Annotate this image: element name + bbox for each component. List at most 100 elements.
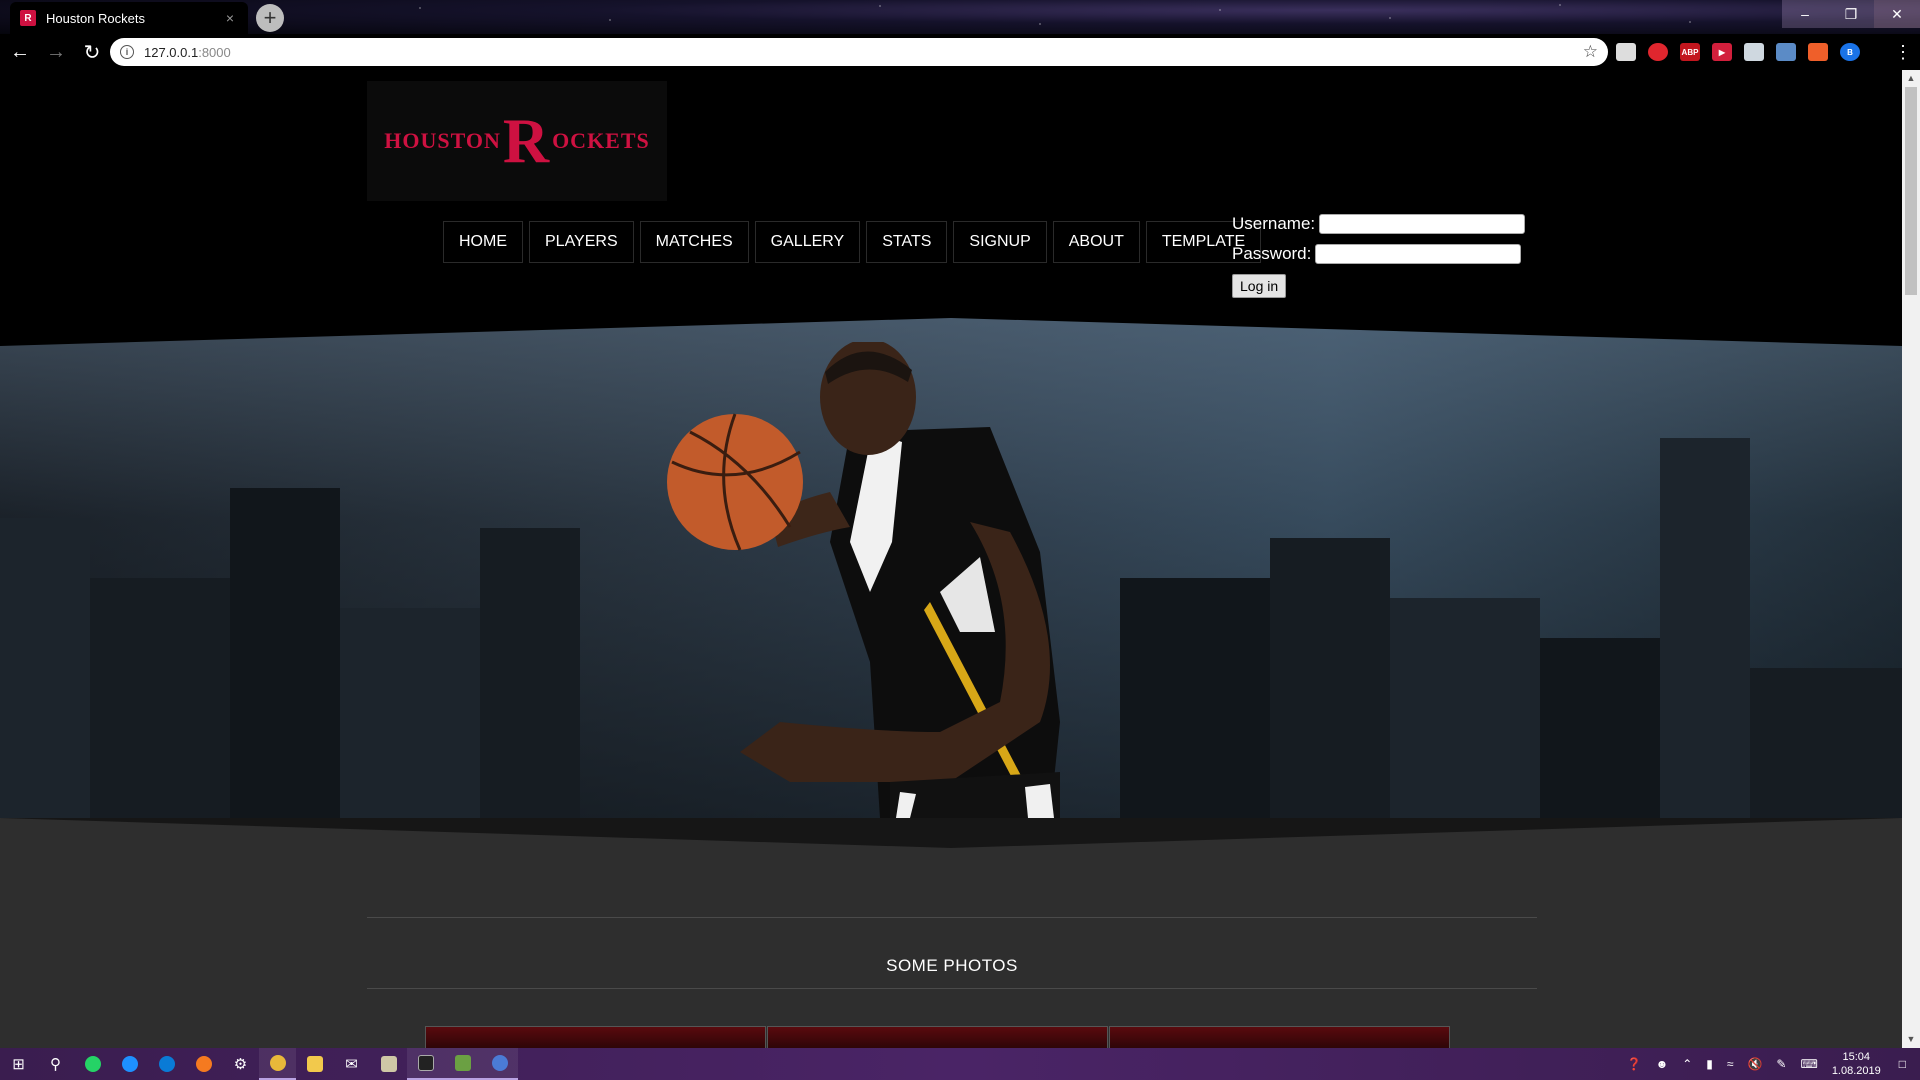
mail-icon[interactable]: ✉ (333, 1048, 370, 1080)
nav-players[interactable]: PLAYERS (529, 221, 634, 263)
login-form: Username: Password: Log in (1232, 212, 1532, 298)
battery-icon[interactable]: ▮ (1706, 1057, 1713, 1071)
reload-icon[interactable]: ↻ (76, 36, 108, 68)
restore-icon[interactable]: ❐ (1828, 0, 1874, 28)
search-icon[interactable]: ⚲ (37, 1048, 74, 1080)
nav-stats[interactable]: STATS (866, 221, 948, 263)
people-tray-icon[interactable]: ☻ (1656, 1057, 1669, 1071)
notepad-icon[interactable] (370, 1048, 407, 1080)
new-tab-button[interactable]: + (256, 4, 284, 32)
forward-icon[interactable]: → (40, 36, 72, 68)
hero-bottom-wedge (0, 818, 1902, 848)
windows-taskbar: ⊞ ⚲ ⚙ ✉ ❓ ☻ ⌃ ▮ ≈ 🔇 ✎ ⌨ 15:04 1.08.2019 … (0, 1048, 1920, 1080)
pen-icon[interactable]: ✎ (1776, 1057, 1786, 1071)
bookmark-star-icon[interactable]: ☆ (1583, 42, 1598, 62)
clock-date: 1.08.2019 (1831, 1065, 1881, 1077)
skyline-building (1660, 438, 1750, 818)
scroll-up-icon[interactable]: ▲ (1902, 70, 1920, 87)
notifications-icon[interactable]: □ (1899, 1057, 1906, 1071)
cube-icon[interactable] (1616, 43, 1636, 61)
browser-menu-icon[interactable]: ⋮ (1894, 42, 1912, 62)
back-icon[interactable]: ← (4, 36, 36, 68)
gallery-photo[interactable] (1109, 1026, 1450, 1048)
profile-b-icon[interactable]: B (1840, 43, 1860, 61)
url-port: :8000 (198, 44, 231, 60)
abp-icon[interactable]: ABP (1680, 43, 1700, 61)
logo-rockets-text: OCKETS (552, 128, 650, 153)
nav-about[interactable]: ABOUT (1052, 221, 1140, 263)
browser-toolbar: ← → ↻ i 127.0.0.1 :8000 ☆ ABP ▶ B ⋮ (0, 34, 1920, 70)
tab-close-icon[interactable]: × (222, 10, 238, 26)
skyline-building (0, 518, 90, 818)
nav-signup[interactable]: SIGNUP (953, 221, 1047, 263)
nav-home[interactable]: HOME (443, 221, 523, 263)
hero-banner (0, 318, 1902, 818)
divider-top (367, 917, 1537, 918)
rockets-logo[interactable]: HOUSTON R OCKETS (367, 81, 667, 201)
skyline-building (1390, 598, 1540, 818)
login-button[interactable]: Log in (1232, 274, 1287, 298)
people-icon[interactable] (1776, 43, 1796, 61)
orange-square-icon[interactable] (1808, 43, 1828, 61)
scroll-down-icon[interactable]: ▼ (1902, 1031, 1920, 1048)
minimize-icon[interactable]: – (1782, 0, 1828, 28)
divider-bottom (367, 988, 1537, 989)
page-scrollbar[interactable]: ▲ ▼ (1902, 70, 1920, 1048)
app-icon[interactable] (481, 1048, 518, 1080)
settings-icon[interactable]: ⚙ (222, 1048, 259, 1080)
skyline-building (480, 528, 580, 818)
skyline-building (340, 608, 480, 818)
nav-matches[interactable]: MATCHES (639, 221, 749, 263)
logo-houston-text: HOUSTON (384, 128, 501, 153)
system-tray: ❓ ☻ ⌃ ▮ ≈ 🔇 ✎ ⌨ 15:04 1.08.2019 □ (1627, 1048, 1920, 1080)
skyline-building (1270, 538, 1390, 818)
password-input[interactable] (1315, 244, 1522, 264)
content-section: SOME PHOTOS (0, 818, 1902, 1048)
red-play-icon[interactable]: ▶ (1712, 43, 1732, 61)
folder-icon[interactable] (296, 1048, 333, 1080)
terminal-icon[interactable] (407, 1048, 444, 1080)
info-icon[interactable]: i (120, 45, 134, 59)
wifi-icon[interactable]: ≈ (1727, 1057, 1734, 1071)
chrome-icon[interactable] (259, 1048, 296, 1080)
skyline-building (1750, 668, 1902, 818)
window-controls: – ❐ ✕ (1782, 0, 1920, 28)
nav-gallery[interactable]: GALLERY (754, 221, 861, 263)
browser-tab-strip: R Houston Rockets × + – ❐ ✕ (0, 0, 1920, 34)
clock-time: 15:04 (1842, 1051, 1871, 1063)
ie-icon[interactable] (111, 1048, 148, 1080)
page-viewport: HOUSTON R OCKETS HOME PLAYERS MATCHES GA… (0, 70, 1902, 1048)
gallery-photo[interactable] (767, 1026, 1108, 1048)
edge-icon[interactable] (148, 1048, 185, 1080)
username-label: Username: (1232, 214, 1316, 233)
logo-r-letter: R (502, 105, 551, 176)
gallery-photo[interactable] (425, 1026, 766, 1048)
section-title: SOME PHOTOS (886, 956, 1018, 975)
main-nav: HOME PLAYERS MATCHES GALLERY STATS SIGNU… (443, 221, 1267, 263)
site-header: HOUSTON R OCKETS HOME PLAYERS MATCHES GA… (0, 70, 1902, 318)
taskbar-clock[interactable]: 15:04 1.08.2019 (1832, 1050, 1881, 1078)
android-studio-icon[interactable] (444, 1048, 481, 1080)
browser-tab[interactable]: R Houston Rockets × (10, 2, 248, 34)
basketball-player-image (667, 342, 1060, 818)
tab-title: Houston Rockets (46, 10, 145, 26)
whatsapp-icon[interactable] (74, 1048, 111, 1080)
shield-icon[interactable] (1744, 43, 1764, 61)
help-icon[interactable]: ❓ (1627, 1057, 1642, 1071)
password-label: Password: (1232, 244, 1312, 263)
firefox-icon[interactable] (185, 1048, 222, 1080)
skyline-building (230, 488, 340, 818)
scrollbar-thumb[interactable] (1905, 87, 1917, 295)
red-shield-icon[interactable] (1648, 43, 1668, 61)
volume-icon[interactable]: 🔇 (1747, 1057, 1762, 1071)
username-input[interactable] (1319, 214, 1526, 234)
extensions-area: ABP ▶ B (1616, 42, 1872, 62)
photo-gallery (425, 1026, 1451, 1048)
skyline-building (1540, 638, 1660, 818)
close-window-icon[interactable]: ✕ (1874, 0, 1920, 28)
address-bar[interactable]: i 127.0.0.1 :8000 ☆ (110, 38, 1608, 66)
chevron-up-icon[interactable]: ⌃ (1682, 1057, 1692, 1071)
skyline-building (90, 578, 230, 818)
start-icon[interactable]: ⊞ (0, 1048, 37, 1080)
keyboard-icon[interactable]: ⌨ (1800, 1057, 1817, 1071)
